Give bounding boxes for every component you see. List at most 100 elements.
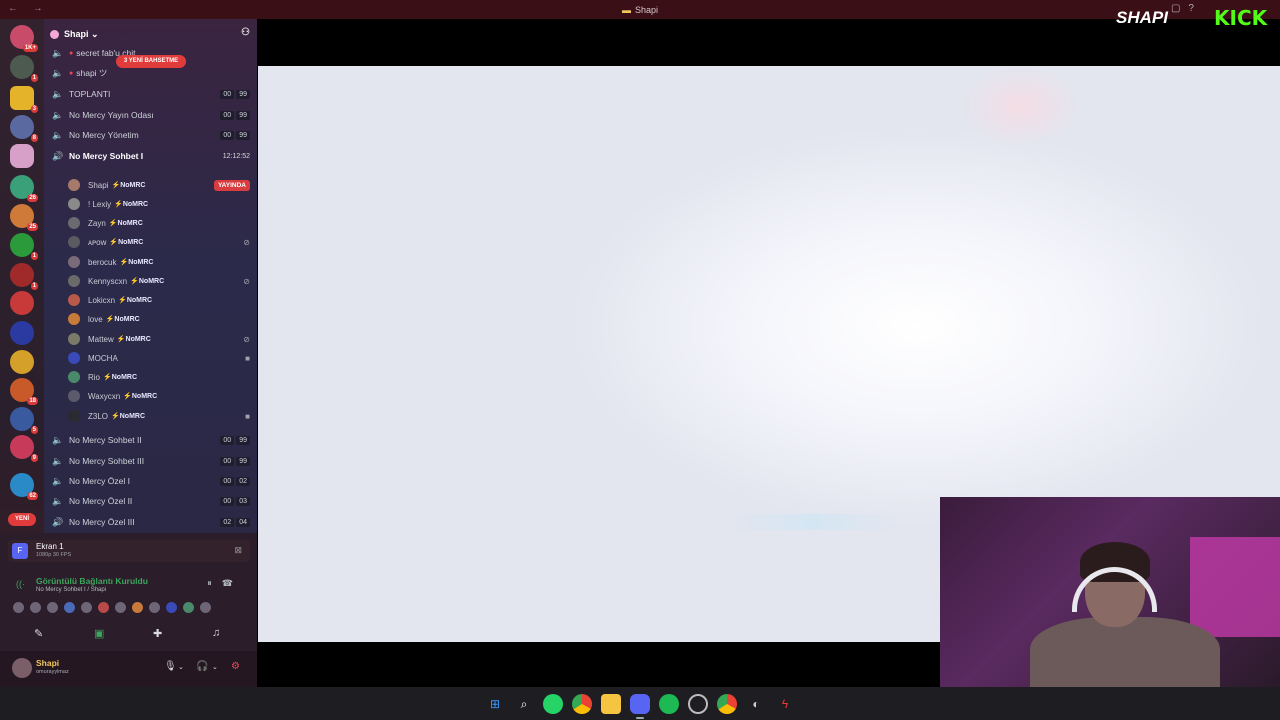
server-badge: 62: [27, 492, 38, 500]
soundboard-icon[interactable]: ♫: [212, 627, 220, 639]
server-icon[interactable]: 18: [10, 378, 38, 405]
invite-icon[interactable]: ⚇: [241, 27, 250, 38]
stream-title: Ekran 1: [36, 542, 64, 551]
nav-arrows[interactable]: ← →: [8, 3, 49, 14]
openai-icon[interactable]: [688, 693, 708, 714]
speaker-active-icon: 🔊: [52, 150, 64, 161]
avatar: [114, 601, 127, 614]
gear-icon[interactable]: ⚙: [231, 661, 240, 672]
channel-name: TOPLANTI: [69, 89, 111, 99]
avatar: [68, 294, 80, 306]
chevron-down-icon[interactable]: ⌄: [178, 663, 184, 671]
avatar: [68, 217, 80, 229]
voice-channel-active[interactable]: 🔊 No Mercy Sohbet I 12:12:52: [52, 148, 250, 164]
light-glow: [960, 66, 1080, 146]
light-streak: [728, 514, 898, 530]
server-badge: 5: [30, 426, 38, 434]
avatar: [68, 179, 80, 191]
server-icon[interactable]: [10, 350, 34, 374]
folder-icon[interactable]: [601, 693, 621, 714]
voice-channel[interactable]: 🔈 No Mercy Sohbet II 00 99: [52, 432, 250, 448]
close-stream-icon[interactable]: ⊠: [234, 545, 242, 556]
voice-member[interactable]: Mattew ⚡NoMRC ⊘: [68, 331, 250, 347]
voice-channel[interactable]: 🔈 No Mercy Yayın Odası 00 99: [52, 107, 250, 123]
disconnect-icon[interactable]: ⏸☎: [207, 578, 243, 589]
server-icon[interactable]: 62: [10, 473, 38, 500]
headphones-icon[interactable]: 🎧: [196, 661, 208, 672]
stream-preview[interactable]: F Ekran 1 1080p 30 FPS ⊠: [8, 540, 250, 562]
voice-member[interactable]: MOCHA ■: [68, 350, 250, 366]
server-icon[interactable]: 26: [10, 175, 38, 202]
server-badge: 3: [30, 105, 38, 113]
activities-icon[interactable]: ✚: [153, 627, 162, 640]
channel-timer: 12:12:52: [222, 152, 250, 160]
avatar: [199, 601, 212, 614]
voice-member[interactable]: Rio ⚡NoMRC: [68, 369, 250, 385]
server-icon[interactable]: [10, 291, 34, 315]
voice-channel[interactable]: 🔈 TOPLANTI 00 99: [52, 86, 250, 102]
voice-member[interactable]: Zayn ⚡NoMRC: [68, 215, 250, 231]
deafened-icon: ⊘: [243, 276, 250, 286]
chrome-icon[interactable]: [572, 693, 592, 714]
voice-channel[interactable]: 🔈 No Mercy Özel II 00 03: [52, 493, 250, 509]
new-servers-pill[interactable]: YENİ: [8, 513, 36, 526]
server-icon-active[interactable]: [10, 144, 34, 168]
voice-channel[interactable]: 🔈 No Mercy Özel I 00 02: [52, 473, 250, 489]
server-icon[interactable]: 9: [10, 435, 38, 462]
speaker-icon: 🔈: [52, 129, 64, 140]
mention-pill[interactable]: 3 YENİ BAHSETME: [116, 55, 186, 68]
voice-member[interactable]: Z3LO ⚡NoMRC ■: [68, 408, 250, 424]
server-icon[interactable]: 25: [10, 204, 38, 231]
search-icon[interactable]: ⌕: [514, 694, 534, 714]
server-icon[interactable]: [10, 321, 34, 345]
voice-channel[interactable]: 🔈 No Mercy Sohbet III 00 99: [52, 453, 250, 469]
voice-channel[interactable]: 🔈 No Mercy Yönetim 00 99: [52, 127, 250, 143]
whatsapp-icon[interactable]: [543, 693, 563, 714]
server-icon[interactable]: 1: [10, 263, 38, 290]
guild-header[interactable]: Shapi ⌄ ⚇: [50, 27, 250, 41]
titlebar-icons[interactable]: ▢?: [1171, 3, 1202, 14]
avatar[interactable]: [12, 658, 32, 678]
deafened-icon: ⊘: [243, 334, 250, 344]
webcam-overlay: [940, 497, 1280, 687]
server-icon[interactable]: 5: [10, 407, 38, 434]
member-name: ᴀᴘᴏᴡ: [88, 237, 107, 247]
video-off-icon[interactable]: ✎: [34, 627, 43, 640]
avatar: [12, 601, 25, 614]
brand-logo-kick: KICK: [1214, 6, 1268, 30]
voice-channel[interactable]: 🔊 No Mercy Özel III 02 04: [52, 514, 250, 530]
speaker-icon: 🔈: [52, 109, 64, 120]
member-name: berocuk: [88, 257, 117, 267]
speaker-icon: 🔈: [52, 88, 64, 99]
member-tag: ⚡NoMRC: [114, 201, 149, 208]
server-icon[interactable]: 1: [10, 55, 38, 82]
voice-member[interactable]: Waxycxn ⚡NoMRC: [68, 388, 250, 404]
voice-member[interactable]: Lokicxn ⚡NoMRC: [68, 292, 250, 308]
channel-emoji-icon: ●: [69, 69, 74, 77]
voice-member[interactable]: Kennyscxn ⚡NoMRC ⊘: [68, 273, 250, 289]
voice-member[interactable]: berocuk ⚡NoMRC: [68, 254, 250, 270]
spotify-icon[interactable]: [659, 693, 679, 714]
voice-member[interactable]: Shapi ⚡NoMRC YAYINDA: [68, 177, 250, 193]
server-home-icon[interactable]: 1K+: [10, 25, 38, 52]
lightning-app-icon[interactable]: ϟ: [775, 694, 795, 714]
avatar: [68, 256, 80, 268]
obs-icon[interactable]: ◐: [746, 694, 766, 714]
discord-icon[interactable]: [630, 693, 650, 719]
server-icon[interactable]: 1: [10, 233, 38, 260]
server-icon[interactable]: 8: [10, 115, 38, 142]
server-icon-shapi[interactable]: 3: [10, 86, 38, 113]
connection-status[interactable]: Görüntülü Bağlantı Kuruldu: [36, 576, 148, 586]
chevron-down-icon[interactable]: ⌄: [212, 663, 218, 671]
voice-member[interactable]: love ⚡NoMRC: [68, 311, 250, 327]
voice-member[interactable]: ᴀᴘᴏᴡ ⚡NoMRC ⊘: [68, 234, 250, 250]
member-tag: ⚡NoMRC: [119, 259, 154, 266]
screen-share-icon[interactable]: ▣: [94, 627, 104, 640]
chrome-icon[interactable]: [717, 693, 737, 714]
voice-member[interactable]: ! Lexiy ⚡NoMRC: [68, 196, 250, 212]
windows-start-icon[interactable]: ⊞: [485, 694, 505, 714]
member-tag: ⚡NoMRC: [123, 393, 158, 400]
voice-controls: ✎ ▣ ✚ ♫: [0, 625, 257, 643]
avatar: [97, 601, 110, 614]
microphone-icon[interactable]: 🎙: [164, 661, 177, 672]
